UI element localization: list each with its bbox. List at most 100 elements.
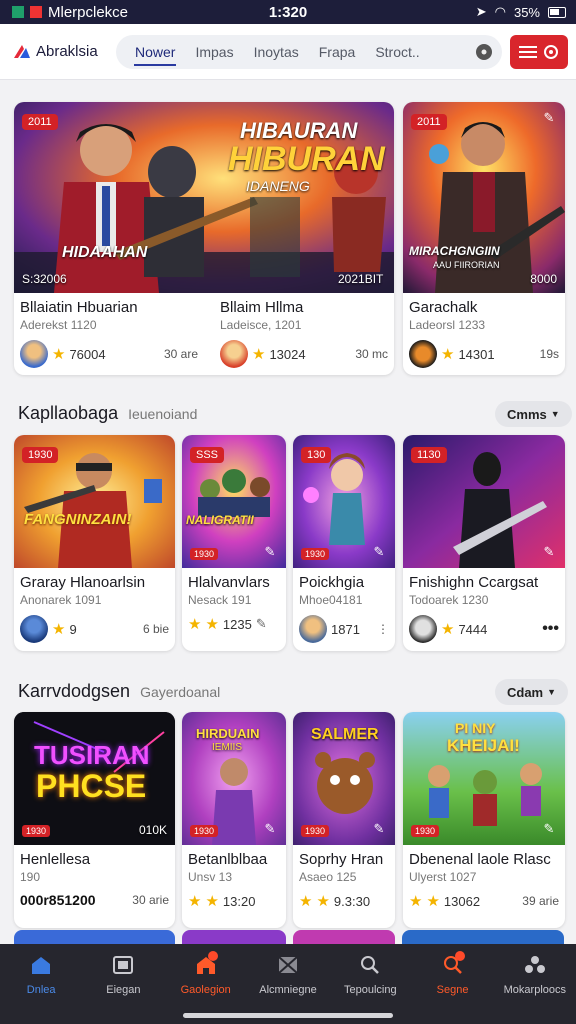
- featured-bottom-left: S:32006: [22, 272, 67, 286]
- edit-icon[interactable]: ✎: [371, 544, 387, 560]
- nav-label: Segne: [436, 984, 469, 996]
- card-subtitle: Ladeorsl 1233: [409, 318, 486, 332]
- tab-impas[interactable]: Impas: [186, 35, 242, 69]
- card-bottom-badge: 1930: [22, 825, 51, 837]
- sort-label: Cmms: [507, 406, 547, 422]
- game-card[interactable]: 1930 FANGNINZAIN! Graray Hlanoarlsin Ano…: [14, 435, 175, 651]
- shapes-icon: [524, 956, 545, 973]
- card-subtitle: Ulyerst 1027: [409, 870, 477, 884]
- nav-gaolegion[interactable]: Gaolegion: [165, 944, 247, 1024]
- star-icon: ★: [316, 893, 330, 910]
- card-meta: ★ ★ 13062 39 arie: [403, 892, 565, 910]
- featured-art-subtitle: HIBURAN: [228, 140, 385, 178]
- app-logo[interactable]: Abraklsia: [12, 42, 112, 62]
- card-rating: 7444: [458, 621, 488, 637]
- featured-thumbnail: 2011 HIBAURAN HIBURAN IDANENG HIDAAHAN S…: [14, 102, 394, 293]
- tab-inoytas[interactable]: Inoytas: [245, 35, 308, 69]
- wrench-icon[interactable]: ✎: [256, 616, 267, 632]
- card-meta: ★ 14301 19s: [403, 340, 565, 368]
- nav-mokarploocs[interactable]: Mokarploocs: [494, 944, 576, 1024]
- star-icon: ★: [188, 893, 202, 910]
- menu-button[interactable]: [510, 34, 568, 69]
- nav-alcmniegne[interactable]: Alcmniegne: [247, 944, 329, 1024]
- card-thumbnail: 1130 ✎: [403, 435, 565, 568]
- featured-info-1[interactable]: Bllaiatin Hbuarian Aderekst 1120 ★ 76004…: [14, 293, 204, 375]
- avatar: [220, 340, 248, 368]
- star-icon: ★: [188, 616, 202, 633]
- battery-percent: 35%: [513, 4, 540, 20]
- nav-label: Mokarploocs: [503, 984, 566, 996]
- card-bottom-right: 010K: [138, 823, 167, 837]
- next-row-peek: [14, 930, 566, 944]
- avatar: [409, 615, 437, 643]
- nav-tepoulcing[interactable]: Tepoulcing: [329, 944, 411, 1024]
- chevron-down-icon: ▼: [547, 687, 557, 697]
- section-title: Karrvdodgsen: [18, 681, 131, 701]
- featured-card-3[interactable]: 2011 ✎ MIRACHGNGIIN AAU FIIRORIAN 8000 G…: [403, 102, 565, 375]
- home-indicator[interactable]: [183, 1013, 393, 1018]
- edit-icon[interactable]: ✎: [262, 821, 278, 837]
- game-card[interactable]: SALMER 1930 ✎ Soprhy Hran Asaeo 125 ★ ★ …: [293, 712, 395, 928]
- game-card[interactable]: 130 1930 ✎ Poickhgia Mhoe04181 1871 ⋮: [293, 435, 395, 651]
- card-title: Soprhy Hran: [299, 851, 384, 868]
- chevron-down-icon: ▼: [550, 409, 560, 419]
- tabs-more-icon[interactable]: [476, 43, 492, 60]
- card-meta: ★ 9 6 bie: [14, 615, 175, 643]
- home-icon: [32, 957, 51, 974]
- edit-icon[interactable]: ✎: [371, 821, 387, 837]
- card-subtitle: Unsv 13: [188, 870, 233, 884]
- card-badge: 130: [301, 447, 332, 463]
- card-meta: 1871 ⋮: [293, 615, 395, 643]
- category-tabs: Nower Impas Inoytas Frapa Stroct..: [116, 34, 502, 69]
- game-card[interactable]: SSS NALIGRATII 1930 ✎ Hlalvanvlars Nesac…: [182, 435, 286, 651]
- avatar: [20, 340, 48, 368]
- nav-label: Tepoulcing: [343, 984, 397, 996]
- avatar: [20, 615, 48, 643]
- card-badge: SSS: [190, 447, 225, 463]
- sort-dropdown[interactable]: Cdam ▼: [495, 679, 569, 705]
- star-icon: ★: [52, 346, 66, 363]
- more-icon[interactable]: •••: [542, 620, 559, 638]
- section-subtitle: Gayerdoanal: [140, 684, 221, 700]
- card-duration: 30 arie: [132, 893, 169, 907]
- card-art-line2: KHEIJAI!: [447, 736, 520, 755]
- tab-frapa[interactable]: Frapa: [310, 35, 365, 69]
- card-subtitle: Mhoe04181: [299, 593, 363, 607]
- location-icon: ➤: [475, 4, 487, 19]
- featured-bottom-right: 2021BIT: [338, 272, 384, 286]
- featured-badge: 2011: [411, 114, 447, 130]
- card-thumbnail: HIRDUAIN IEMIIS 1930 ✎: [182, 712, 286, 845]
- app-notification-icon: [12, 6, 24, 18]
- card-rating: 13024: [269, 346, 306, 362]
- bottom-navigation: Dnlea Eiegan Gaolegion Alcmniegne Tepoul…: [0, 944, 576, 1024]
- nav-eiegan[interactable]: Eiegan: [82, 944, 164, 1024]
- featured-art-caption: HIDAAHAN: [62, 244, 148, 261]
- nav-dnlea[interactable]: Dnlea: [0, 944, 82, 1024]
- edit-icon[interactable]: ✎: [541, 110, 557, 126]
- game-card[interactable]: 1130 ✎ Fnishighn Ccargsat Todoarek 1230 …: [403, 435, 565, 651]
- tab-nower[interactable]: Nower: [126, 35, 184, 69]
- card-rating: 1235: [222, 616, 252, 632]
- star-icon: ★: [409, 893, 423, 910]
- star-icon: ★: [299, 893, 313, 910]
- crossed-image-icon: [278, 956, 298, 974]
- card-thumbnail: SALMER 1930 ✎: [293, 712, 395, 845]
- card-subtitle: Asaeo 125: [299, 870, 357, 884]
- app-header: Abraklsia Nower Impas Inoytas Frapa Stro…: [0, 24, 576, 80]
- game-card[interactable]: HIRDUAIN IEMIIS 1930 ✎ Betanlblbaa Unsv …: [182, 712, 286, 928]
- edit-icon[interactable]: ✎: [262, 544, 278, 560]
- gmail-icon: [30, 6, 42, 18]
- game-card[interactable]: TUSIRAN PHCSE 1930 010K Henlellesa 190 0…: [14, 712, 175, 928]
- edit-icon[interactable]: ✎: [541, 821, 557, 837]
- tab-stroct[interactable]: Stroct..: [366, 35, 428, 69]
- nav-segne[interactable]: Segne: [411, 944, 493, 1024]
- featured-info-2[interactable]: Bllaim Hllma Ladeisce, 1201 ★ 13024 30 m…: [214, 293, 394, 375]
- game-card[interactable]: PI NIY KHEIJAI! 1930 ✎ Dbenenal laole Rl…: [403, 712, 565, 928]
- nav-label: Alcmniegne: [259, 984, 317, 996]
- more-icon[interactable]: ⋮: [377, 622, 389, 636]
- card-price: 000r851200: [20, 892, 96, 908]
- card-art-line1: PI NIY: [455, 720, 496, 736]
- edit-icon[interactable]: ✎: [541, 544, 557, 560]
- card-title: Bllaim Hllma: [220, 299, 304, 316]
- sort-dropdown[interactable]: Cmms ▼: [495, 401, 572, 427]
